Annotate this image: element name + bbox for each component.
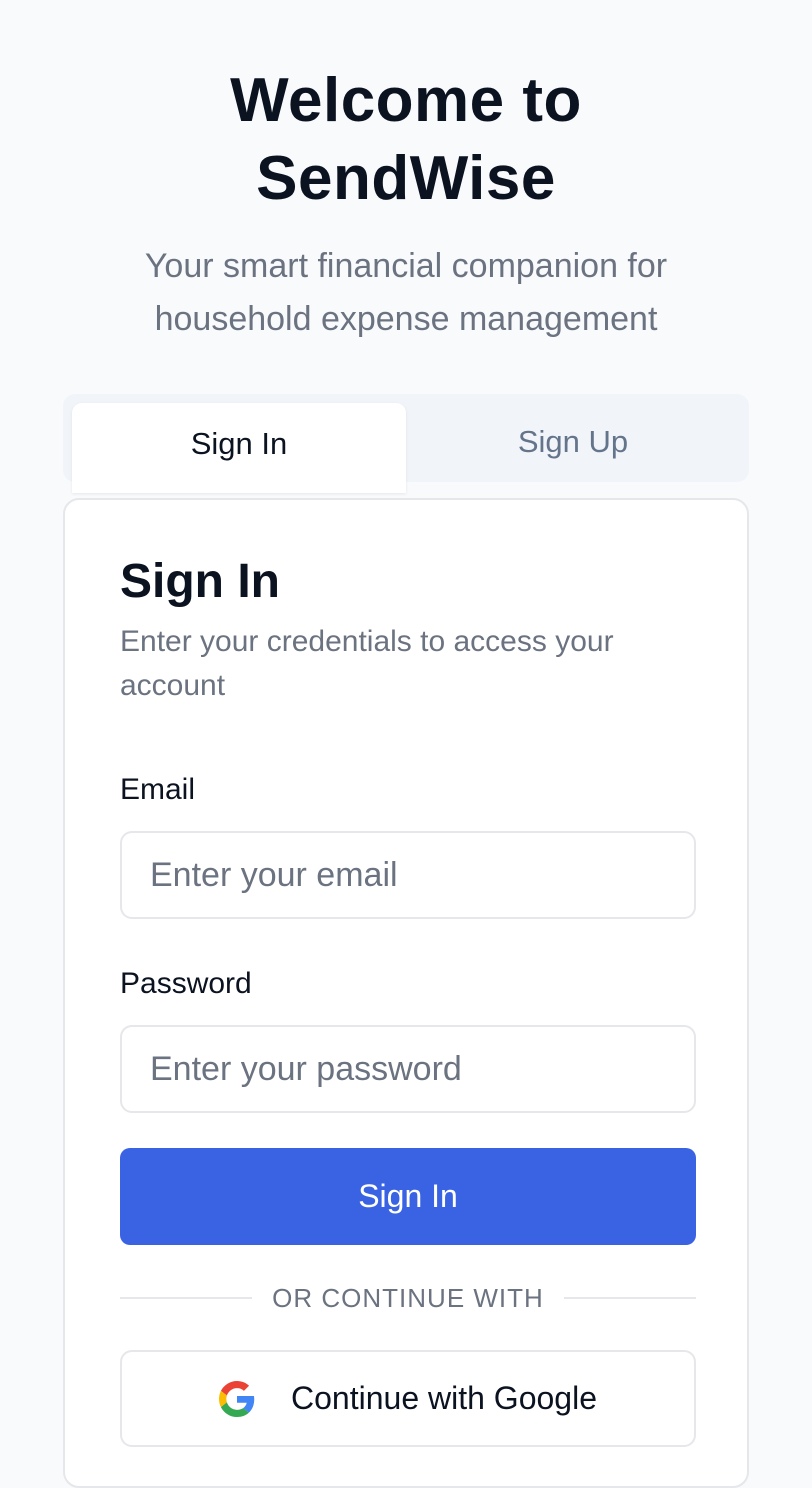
- password-label: Password: [120, 967, 252, 1000]
- page-title-line-1: Welcome to: [230, 66, 582, 135]
- page-title: Welcome to SendWise: [0, 62, 812, 218]
- page-title-line-2: SendWise: [256, 144, 556, 213]
- divider-text: OR CONTINUE WITH: [272, 1282, 544, 1313]
- card-description: Enter your credentials to access your ac…: [120, 625, 614, 702]
- sign-in-card: Sign In Enter your credentials to access…: [63, 498, 749, 1488]
- page-subtitle: Your smart financial companion for house…: [144, 247, 668, 338]
- divider: OR CONTINUE WITH: [120, 1280, 696, 1316]
- google-button-label: Continue with Google: [291, 1380, 597, 1416]
- google-icon: [219, 1380, 255, 1417]
- divider-line-left: [120, 1297, 253, 1299]
- email-label: Email: [120, 773, 196, 806]
- tab-sign-up[interactable]: Sign Up: [406, 403, 740, 481]
- card-title: Sign In: [120, 555, 280, 608]
- continue-with-google-button[interactable]: Continue with Google: [120, 1350, 696, 1447]
- tab-sign-in[interactable]: Sign In: [72, 403, 406, 493]
- welcome-header: Welcome to SendWise Your smart financial…: [0, 62, 812, 346]
- divider-line-right: [563, 1297, 696, 1299]
- auth-tabs: Sign In Sign Up: [63, 394, 749, 493]
- sign-in-button[interactable]: Sign In: [120, 1148, 696, 1245]
- password-field[interactable]: [120, 1025, 696, 1113]
- email-field[interactable]: [120, 831, 696, 919]
